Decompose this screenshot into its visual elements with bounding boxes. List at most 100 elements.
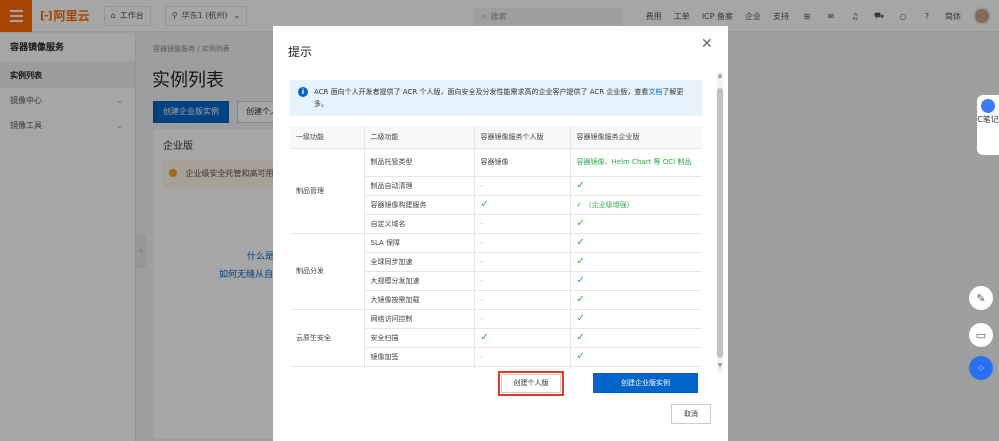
- check-icon: ✓: [576, 313, 585, 324]
- cell-text: 制品自动清理: [370, 181, 413, 190]
- check-icon: ✓: [576, 218, 585, 229]
- table-header-row: 一级功能 二级功能 容器镜像服务个人版 容器镜像服务企业版: [290, 126, 702, 149]
- enterprise-cell: ✓: [570, 176, 702, 196]
- personal-cell: 容器镜像: [474, 148, 571, 177]
- check-icon: ✓: [576, 237, 585, 248]
- comparison-table: 一级功能 二级功能 容器镜像服务个人版 容器镜像服务企业版 制品管理 制品托管类型…: [290, 126, 702, 369]
- check-icon: ✓: [576, 332, 585, 343]
- cell-text: 网络访问控制: [370, 314, 413, 323]
- note-label: C笔记: [977, 115, 999, 124]
- personal-cell: ✓: [474, 195, 571, 215]
- table-row: DevOps云原生交付链-✓: [290, 366, 702, 369]
- feature-cell: 安全扫描: [364, 328, 475, 348]
- apps-icon[interactable]: ⁘: [969, 356, 993, 380]
- doc-link[interactable]: 文档: [648, 88, 662, 96]
- feature-cell: 制品自动清理: [364, 176, 475, 196]
- cell-text: 自定义域名: [370, 219, 406, 228]
- personal-cell: ✓: [474, 328, 571, 348]
- group-cell: DevOps: [290, 366, 365, 369]
- cell-text: SLA 保障: [370, 238, 401, 247]
- cell-text: 制品托管类型: [370, 158, 413, 166]
- personal-cell: -: [474, 366, 571, 369]
- dash-text: -: [480, 181, 484, 190]
- scroll-up-icon[interactable]: ▲: [717, 72, 723, 79]
- feature-cell: 自定义域名: [364, 214, 475, 234]
- dash-text: -: [480, 238, 484, 247]
- info-text: ACR 面向个人开发者提供了 ACR 个人版，面向安全及分发性能需求高的企业客户…: [314, 88, 649, 96]
- enterprise-cell: 容器镜像、Helm Chart 等 OCI 制品: [570, 148, 702, 177]
- feature-cell: 容器镜像构建服务: [364, 195, 475, 215]
- comparison-table-wrapper[interactable]: 一级功能 二级功能 容器镜像服务个人版 容器镜像服务企业版 制品管理 制品托管类型…: [290, 126, 702, 369]
- feature-cell: 镜像加签: [364, 347, 475, 367]
- check-icon: ✓: [576, 180, 585, 191]
- enterprise-cell: ✓: [570, 233, 702, 253]
- dash-text: -: [480, 257, 484, 266]
- personal-cell: -: [474, 290, 571, 310]
- edit-icon[interactable]: ✎: [969, 286, 993, 310]
- group-cell: 制品分发: [290, 233, 365, 310]
- enterprise-cell: ✓: [570, 366, 702, 369]
- scroll-thumb[interactable]: [717, 88, 723, 358]
- check-icon: ✓: [576, 294, 585, 305]
- table-row: 制品分发 SLA 保障 - ✓: [290, 233, 702, 310]
- dialog-title: 提示: [288, 45, 313, 59]
- feature-cell: SLA 保障: [364, 233, 475, 253]
- cell-text: 容器镜像构建服务: [370, 200, 427, 209]
- header-level2: 二级功能: [364, 126, 475, 149]
- check-icon: ✓: [576, 275, 585, 286]
- cancel-button[interactable]: 取消: [671, 404, 711, 424]
- header-enterprise: 容器镜像服务企业版: [570, 126, 702, 149]
- personal-cell: -: [474, 309, 571, 329]
- scroll-down-icon[interactable]: ▼: [717, 362, 723, 369]
- header-level1: 一级功能: [290, 126, 365, 149]
- dash-text: -: [480, 295, 484, 304]
- info-icon: i: [298, 87, 308, 97]
- cell-text: 大镜像按需加载: [370, 295, 420, 304]
- dialog-scrollbar[interactable]: ▲ ▼: [717, 72, 723, 372]
- group-cell: 云原生安全: [290, 309, 365, 367]
- enterprise-cell: ✓: [570, 309, 702, 329]
- header-personal: 容器镜像服务个人版: [474, 126, 571, 149]
- create-personal-button[interactable]: 创建个人版: [498, 371, 564, 396]
- personal-cell: -: [474, 176, 571, 196]
- table-body: 制品管理 制品托管类型 容器镜像 容器镜像、Helm Chart 等 OCI 制品 制品…: [290, 148, 702, 369]
- cell-text: 容器镜像、Helm Chart 等 OCI 制品: [576, 158, 692, 166]
- check-icon: ✓: [480, 199, 489, 210]
- dash-text: -: [480, 352, 484, 361]
- dash-text: -: [480, 276, 484, 285]
- feature-cell: 大规模分发加速: [364, 271, 475, 291]
- feature-cell: 制品托管类型: [364, 148, 475, 177]
- check-icon: ✓: [576, 256, 585, 267]
- check-enhanced-text: ✓ （企业级增强）: [576, 200, 634, 209]
- right-note-tool[interactable]: C笔记: [977, 95, 999, 155]
- note-badge-icon: [981, 99, 995, 113]
- check-icon: ✓: [576, 351, 585, 362]
- dash-text: -: [480, 219, 484, 228]
- enterprise-cell: ✓: [570, 290, 702, 310]
- enterprise-cell: ✓: [570, 328, 702, 348]
- personal-cell: -: [474, 271, 571, 291]
- cell-text: 安全扫描: [370, 333, 399, 342]
- table-row: 制品管理 制品托管类型 容器镜像 容器镜像、Helm Chart 等 OCI 制品: [290, 148, 702, 234]
- enterprise-cell: ✓: [570, 214, 702, 234]
- enterprise-cell: ✓: [570, 252, 702, 272]
- info-message: i ACR 面向个人开发者提供了 ACR 个人版，面向安全及分发性能需求高的企业…: [290, 80, 702, 116]
- personal-cell: -: [474, 252, 571, 272]
- cell-text: 大规模分发加速: [370, 276, 420, 285]
- personal-cell: -: [474, 214, 571, 234]
- dash-text: -: [480, 314, 484, 323]
- create-enterprise-button[interactable]: 创建企业版实例: [593, 373, 698, 393]
- feature-cell: 全球同步加速: [364, 252, 475, 272]
- check-icon: ✓: [480, 332, 489, 343]
- close-icon[interactable]: ✕: [701, 37, 713, 51]
- feature-cell: 云原生交付链: [364, 366, 475, 369]
- feature-cell: 网络访问控制: [364, 309, 475, 329]
- feedback-icon[interactable]: ▭: [969, 323, 993, 347]
- table-row: 云原生安全 网络访问控制 - ✓: [290, 309, 702, 367]
- enterprise-cell: ✓: [570, 271, 702, 291]
- personal-cell: -: [474, 347, 571, 367]
- group-cell: 制品管理: [290, 148, 365, 234]
- cell-text: 全球同步加速: [370, 257, 413, 266]
- cell-text: 容器镜像: [480, 158, 509, 166]
- enterprise-cell: ✓ （企业级增强）: [570, 195, 702, 215]
